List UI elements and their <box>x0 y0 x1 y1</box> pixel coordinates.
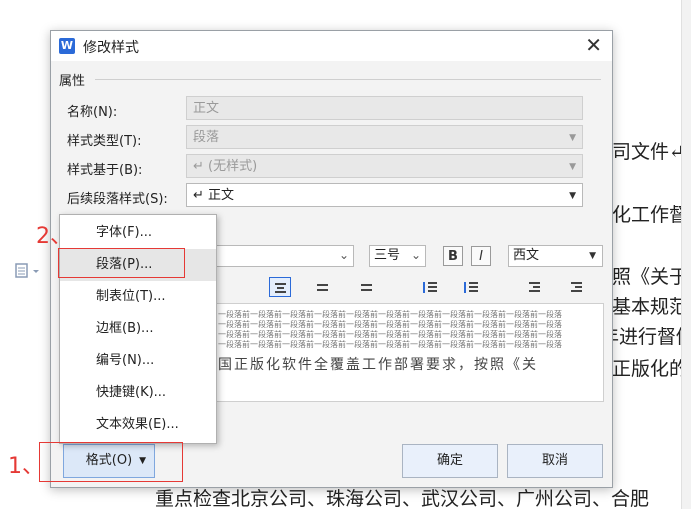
menu-item-border[interactable]: 边框(B)... <box>60 313 216 345</box>
style-type-label: 样式类型(T): <box>67 134 142 149</box>
next-style-dropdown[interactable]: ↵ 正文 ▼ <box>186 183 583 207</box>
menu-item-font[interactable]: 字体(F)... <box>60 217 216 249</box>
chevron-down-icon: ⌄ <box>410 248 421 262</box>
preview-prev-paragraph: 一段落前一段落前一段落前一段落前一段落前一段落前一段落前一段落前一段落前一段落前… <box>218 340 562 349</box>
wps-writer-icon: W <box>59 38 75 54</box>
line-spacing-increase-icon[interactable] <box>418 277 440 297</box>
preview-prev-paragraph: 一段落前一段落前一段落前一段落前一段落前一段落前一段落前一段落前一段落前一段落前… <box>218 320 562 329</box>
bold-button[interactable]: B <box>443 246 463 266</box>
based-on-label: 样式基于(B): <box>67 163 143 178</box>
style-type-dropdown[interactable]: 段落 ▼ <box>186 125 583 149</box>
name-label: 名称(N): <box>67 105 118 120</box>
align-right-button[interactable] <box>311 277 333 297</box>
menu-item-shortcut[interactable]: 快捷键(K)... <box>60 377 216 409</box>
next-style-value: ↵ 正文 <box>193 188 235 203</box>
ok-button[interactable]: 确定 <box>402 444 498 478</box>
line-spacing-decrease-icon[interactable] <box>459 277 481 297</box>
font-size-dropdown[interactable]: 三号 ⌄ <box>369 245 426 267</box>
section-label-properties: 属性 <box>59 74 86 89</box>
italic-button[interactable]: I <box>471 246 491 266</box>
font-name-dropdown[interactable]: ⌄ <box>211 245 354 267</box>
based-on-value: ↵ (无样式) <box>193 159 258 174</box>
doc-line: 正版化的 <box>612 358 689 380</box>
scrollbar[interactable] <box>681 0 691 509</box>
section-divider <box>95 79 601 80</box>
indent-increase-icon[interactable] <box>565 277 587 297</box>
annotation-step-2: 2、 <box>36 224 72 249</box>
align-center-button[interactable] <box>269 277 291 297</box>
doc-line: 司文件↵ <box>612 141 685 163</box>
dialog-titlebar: W 修改样式 ✕ <box>51 31 612 61</box>
menu-item-tabs[interactable]: 制表位(T)... <box>60 281 216 313</box>
menu-item-numbering[interactable]: 编号(N)... <box>60 345 216 377</box>
doc-line: 化工作督 <box>612 204 689 226</box>
doc-line: 照《关于 <box>612 266 689 288</box>
preview-sample-text: 国正版化软件全覆盖工作部署要求，按照《关 <box>218 357 538 373</box>
paragraph-marker-icon[interactable] <box>14 262 42 280</box>
preview-prev-paragraph: 一段落前一段落前一段落前一段落前一段落前一段落前一段落前一段落前一段落前一段落前… <box>218 330 562 339</box>
style-type-value: 段落 <box>193 130 220 145</box>
align-justify-button[interactable] <box>355 277 377 297</box>
chevron-down-icon: ⌄ <box>338 248 349 262</box>
script-value: 西文 <box>513 248 540 263</box>
cancel-button[interactable]: 取消 <box>507 444 603 478</box>
highlight-box-format <box>39 442 183 482</box>
script-dropdown[interactable]: 西文 ▼ <box>508 245 603 267</box>
annotation-step-1: 1、 <box>8 454 44 479</box>
close-button[interactable]: ✕ <box>585 33 602 57</box>
name-value: 正文 <box>193 101 220 116</box>
chevron-down-icon: ▼ <box>589 251 596 261</box>
preview-prev-paragraph: 一段落前一段落前一段落前一段落前一段落前一段落前一段落前一段落前一段落前一段落前… <box>218 310 562 319</box>
font-size-value: 三号 <box>374 248 401 263</box>
dialog-title: 修改样式 <box>83 40 139 56</box>
chevron-down-icon: ▼ <box>569 191 576 201</box>
menu-item-text-effects[interactable]: 文本效果(E)... <box>60 409 216 441</box>
chevron-down-icon: ▼ <box>569 133 576 143</box>
doc-line: 年进行督促 <box>600 326 691 348</box>
indent-decrease-icon[interactable] <box>523 277 545 297</box>
highlight-box-paragraph <box>58 248 185 278</box>
name-field[interactable]: 正文 <box>186 96 583 120</box>
based-on-dropdown[interactable]: ↵ (无样式) ▼ <box>186 154 583 178</box>
style-preview: 一段落前一段落前一段落前一段落前一段落前一段落前一段落前一段落前一段落前一段落前… <box>213 303 604 402</box>
doc-bottom-line: 重点检查北京公司、珠海公司、武汉公司、广州公司、合肥 <box>155 488 650 510</box>
next-style-label: 后续段落样式(S): <box>67 192 168 207</box>
doc-line: 基本规范 <box>612 296 689 318</box>
chevron-down-icon: ▼ <box>569 162 576 172</box>
document-area <box>612 0 691 509</box>
